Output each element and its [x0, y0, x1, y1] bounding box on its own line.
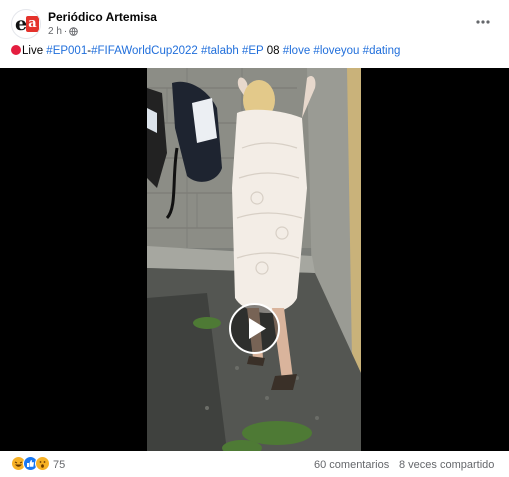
post-timestamp[interactable]: 2 h [48, 26, 62, 37]
post-card: e a Periódico Artemisa 2 h · Live #EP001… [0, 0, 509, 477]
caption-number: 08 [266, 45, 280, 57]
play-button[interactable] [229, 303, 280, 354]
post-meta: 2 h · [48, 26, 79, 37]
hashtag-link[interactable]: #talabh [201, 45, 239, 57]
shares-count-link[interactable]: 8 veces compartido [399, 459, 494, 471]
hashtag-link[interactable]: #love [283, 45, 311, 57]
caption-prefix: Live [22, 45, 47, 57]
wow-icon [35, 456, 50, 471]
video-frame-image [147, 68, 361, 451]
hashtag-link[interactable]: #FIFAWorldCup2022 [91, 45, 198, 57]
globe-icon [69, 27, 79, 36]
video-player[interactable] [0, 68, 509, 451]
comments-count-link[interactable]: 60 comentarios [314, 459, 389, 471]
play-icon [249, 318, 266, 339]
hashtag-link[interactable]: #EP [242, 45, 264, 57]
hashtag-link[interactable]: #loveyou [313, 45, 359, 57]
meta-separator: · [63, 26, 68, 37]
reaction-count[interactable]: 75 [53, 459, 65, 471]
page-name-link[interactable]: Periódico Artemisa [48, 10, 157, 24]
reactions-summary[interactable] [11, 456, 50, 471]
post-caption: Live #EP001-#FIFAWorldCup2022 #talabh #E… [11, 45, 501, 57]
post-footer: 75 60 comentarios 8 veces compartido [0, 451, 509, 477]
video-frame [147, 68, 361, 451]
live-dot-icon [11, 45, 21, 55]
post-header: e a Periódico Artemisa 2 h · [0, 0, 509, 44]
more-options-icon[interactable] [475, 14, 491, 30]
page-avatar[interactable]: e a [11, 9, 41, 39]
hashtag-link[interactable]: #EP001 [46, 45, 87, 57]
hashtag-link[interactable]: #dating [363, 45, 401, 57]
